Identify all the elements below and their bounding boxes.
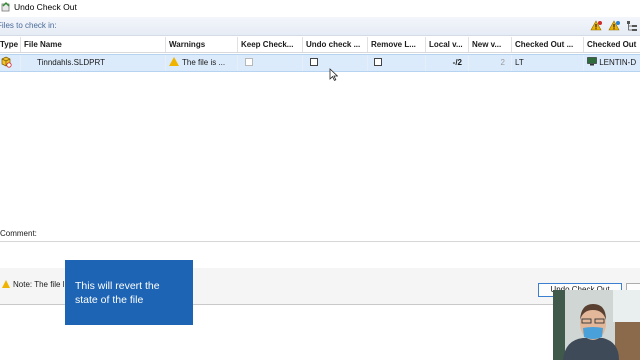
files-section-header: Files to check in:	[0, 17, 640, 36]
checked-out-on-text: LENTIN-D	[599, 58, 637, 67]
comment-label: Comment:	[0, 229, 37, 238]
warning-filter-icon[interactable]	[589, 19, 602, 32]
title-bar: Undo Check Out	[0, 0, 640, 13]
warnings-cell: The file is ...	[166, 55, 238, 71]
warning-text: The file is ...	[182, 58, 226, 67]
column-header-keep-checked-out[interactable]: Keep Check...	[238, 37, 303, 52]
column-header-local-version[interactable]: Local v...	[426, 37, 469, 52]
warning-options-icon[interactable]	[607, 19, 620, 32]
mouse-cursor-icon	[329, 68, 339, 81]
type-cell	[0, 55, 21, 71]
column-header-warnings[interactable]: Warnings	[166, 37, 238, 52]
computer-icon	[587, 57, 599, 67]
warning-icon	[169, 57, 179, 67]
file-name-cell: Tinndahls.SLDPRT	[21, 55, 166, 71]
new-version-cell: 2	[469, 55, 512, 71]
column-header-checked-out-on[interactable]: Checked Out	[584, 37, 640, 52]
undo-checkout-icon	[1, 1, 11, 12]
webcam-overlay	[553, 290, 640, 360]
keep-checked-out-checkbox[interactable]	[245, 57, 253, 66]
tree-view-icon[interactable]	[625, 19, 638, 32]
undo-check-out-checkbox[interactable]	[310, 57, 318, 66]
column-header-undo-check-out[interactable]: Undo check ...	[303, 37, 368, 52]
window-title: Undo Check Out	[14, 1, 77, 12]
remove-local-checkbox[interactable]	[374, 57, 382, 66]
remove-local-cell	[368, 55, 426, 71]
column-header-file-name[interactable]: File Name	[21, 37, 166, 52]
column-header-remove-local[interactable]: Remove L...	[368, 37, 426, 52]
footer-note: Note: The file l	[2, 279, 65, 289]
checked-out-by-cell: LT	[512, 55, 584, 71]
local-version-cell: -/2	[426, 55, 469, 71]
grid-header: Type File Name Warnings Keep Check... Un…	[0, 37, 640, 53]
column-header-type[interactable]: Type	[0, 37, 21, 52]
note-warning-icon	[2, 279, 10, 288]
grid-empty-area	[0, 72, 640, 222]
checked-out-on-cell: LENTIN-D	[584, 55, 640, 71]
keep-checked-out-cell	[238, 55, 303, 71]
column-header-new-version[interactable]: New v...	[469, 37, 512, 52]
table-row[interactable]: Tinndahls.SLDPRT The file is ... -/2 2 L…	[0, 54, 640, 72]
part-file-icon	[0, 56, 12, 68]
tutorial-callout: This will revert the state of the file	[65, 260, 193, 325]
column-header-checked-out-by[interactable]: Checked Out ...	[512, 37, 584, 52]
note-text: Note: The file l	[13, 280, 65, 289]
files-to-check-in-label: Files to check in:	[0, 21, 57, 30]
